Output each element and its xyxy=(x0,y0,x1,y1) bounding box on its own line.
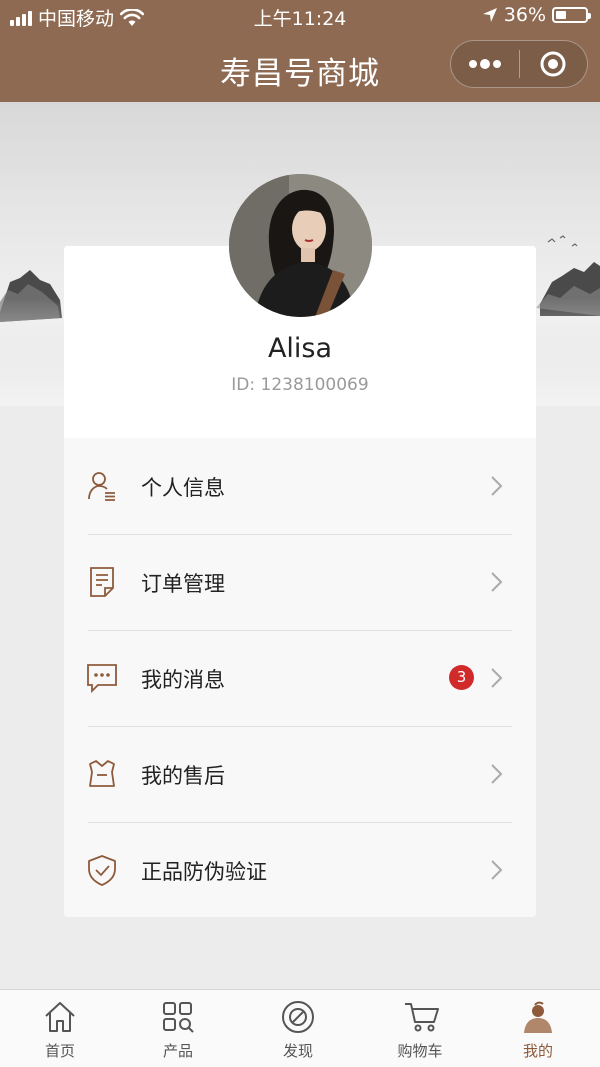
user-icon xyxy=(88,472,115,501)
tab-products[interactable]: 产品 xyxy=(118,990,238,1067)
unread-count-badge: 3 xyxy=(449,665,474,690)
tab-label: 我的 xyxy=(522,1042,553,1060)
chevron-right-icon xyxy=(491,572,503,592)
menu-item-orders[interactable]: 订单管理 xyxy=(64,534,536,630)
chevron-right-icon xyxy=(491,476,503,496)
menu-item-anti-counterfeit[interactable]: 正品防伪验证 xyxy=(64,822,536,918)
more-button[interactable] xyxy=(451,41,519,87)
menu-item-label: 个人信息 xyxy=(141,476,225,500)
menu-item-label: 正品防伪验证 xyxy=(141,860,267,884)
user-name: Alisa xyxy=(267,333,333,364)
user-id: ID: 1238100069 xyxy=(231,375,369,395)
battery-icon xyxy=(552,7,591,23)
tab-discover[interactable]: 发现 xyxy=(238,990,358,1067)
chevron-right-icon xyxy=(491,668,503,688)
menu-item-label: 我的消息 xyxy=(141,668,225,692)
avatar[interactable] xyxy=(229,174,372,317)
tab-cart[interactable]: 购物车 xyxy=(360,990,480,1067)
avatar-photo xyxy=(229,174,372,317)
tab-home[interactable]: 首页 xyxy=(0,990,120,1067)
battery-percent: 36% xyxy=(503,4,546,26)
menu-item-after-sales[interactable]: 我的售后 xyxy=(64,726,536,822)
header: 中国移动 上午11:24 36% 寿昌号商城 xyxy=(0,0,600,102)
after-sale-icon xyxy=(89,760,115,787)
home-icon xyxy=(45,1002,75,1032)
chevron-right-icon xyxy=(491,860,503,880)
tab-label: 购物车 xyxy=(397,1042,443,1060)
menu-item-label: 订单管理 xyxy=(141,572,225,596)
status-bar: 中国移动 上午11:24 36% xyxy=(0,0,600,34)
document-icon xyxy=(90,567,114,597)
tab-mine[interactable]: 我的 xyxy=(478,990,598,1067)
menu-item-label: 我的售后 xyxy=(141,764,225,788)
tab-label: 首页 xyxy=(44,1042,75,1060)
shield-check-icon xyxy=(88,855,116,886)
tab-bar: 首页 产品 发现 购物车 我的 xyxy=(0,989,600,1067)
message-icon xyxy=(87,664,117,694)
more-dots-icon xyxy=(468,59,501,69)
chevron-right-icon xyxy=(491,764,503,784)
profile-menu: 个人信息 订单管理 我的消息 3 我的售后 正品防伪验证 xyxy=(64,438,536,918)
location-arrow-icon xyxy=(482,8,497,22)
tab-label: 产品 xyxy=(162,1042,193,1060)
cart-icon xyxy=(405,1003,439,1032)
target-icon xyxy=(540,51,566,77)
compass-icon xyxy=(282,1001,314,1033)
menu-item-personal-info[interactable]: 个人信息 xyxy=(64,438,536,534)
tab-label: 发现 xyxy=(282,1042,313,1060)
grid-search-icon xyxy=(163,1002,194,1033)
miniprogram-capsule xyxy=(450,40,588,88)
profile-icon xyxy=(524,1001,552,1033)
menu-item-messages[interactable]: 我的消息 3 xyxy=(64,630,536,726)
close-miniprogram-button[interactable] xyxy=(520,41,588,87)
